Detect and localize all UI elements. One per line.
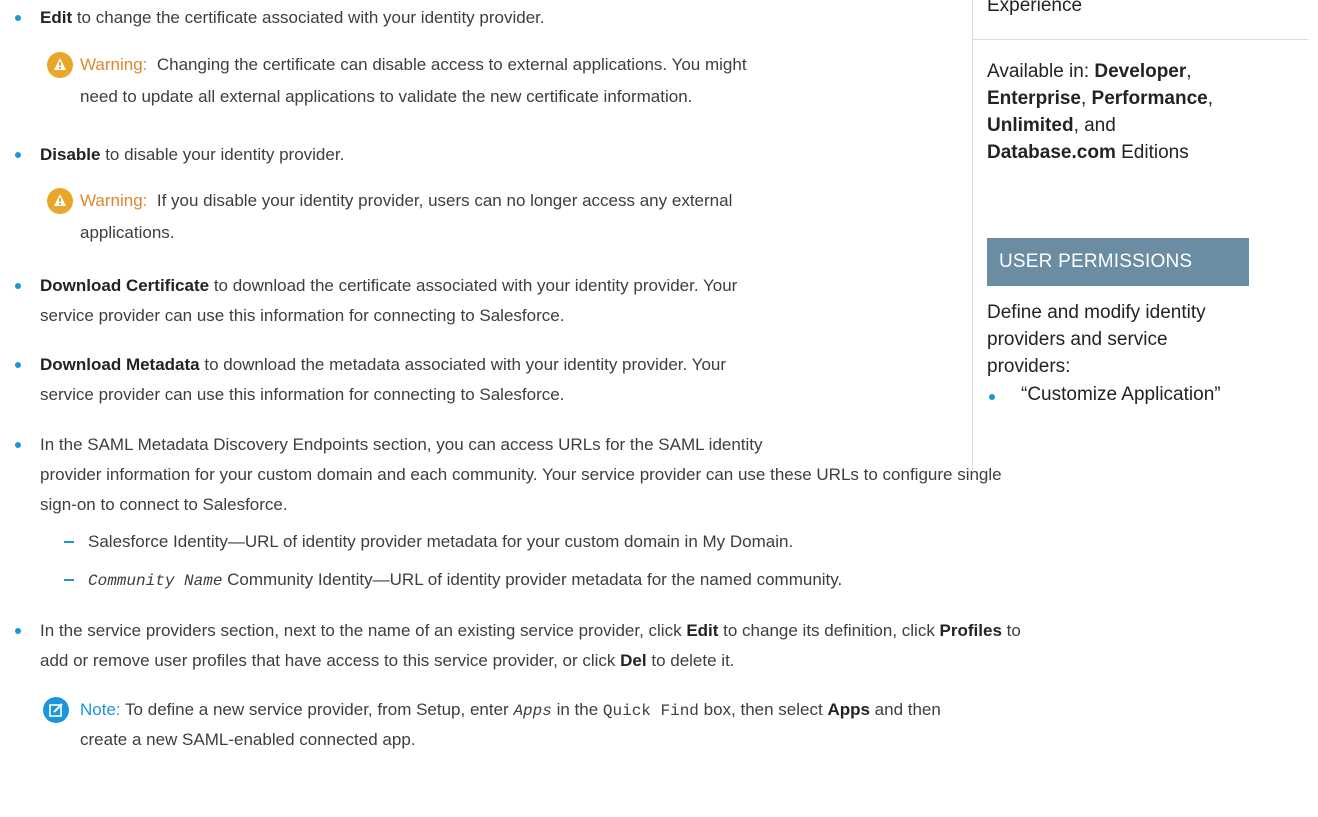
warning-icon bbox=[47, 188, 73, 214]
disable-item: Disable to disable your identity provide… bbox=[40, 145, 345, 164]
bullet bbox=[15, 15, 21, 21]
divider bbox=[973, 39, 1308, 40]
editions-availability: Available in: Developer, Enterprise, Per… bbox=[987, 61, 1213, 163]
edit-item: Edit to change the certificate associate… bbox=[40, 8, 545, 27]
download-metadata-line2: service provider can use this informatio… bbox=[40, 385, 565, 404]
service-providers-line2: add or remove user profiles that have ac… bbox=[40, 651, 735, 670]
warning-icon bbox=[47, 52, 73, 78]
warning-2-line2: applications. bbox=[80, 223, 175, 242]
service-providers-item: In the service providers section, next t… bbox=[40, 621, 1021, 640]
bullet bbox=[15, 628, 21, 634]
warning-1-line2: need to update all external applications… bbox=[80, 87, 693, 106]
bullet bbox=[989, 394, 995, 400]
permission-description: Define and modify identity providers and… bbox=[987, 302, 1206, 377]
user-permissions-header: USER PERMISSIONS bbox=[987, 238, 1249, 286]
bullet bbox=[15, 152, 21, 158]
warning-1: Warning: Changing the certificate can di… bbox=[80, 55, 747, 74]
saml-sub-community-identity: Community Name Community Identity—URL of… bbox=[88, 570, 843, 590]
saml-line3: sign-on to connect to Salesforce. bbox=[40, 495, 288, 514]
dash-bullet bbox=[64, 579, 74, 581]
bullet bbox=[15, 442, 21, 448]
download-certificate-item: Download Certificate to download the cer… bbox=[40, 276, 738, 295]
dash-bullet bbox=[64, 541, 74, 543]
permission-customize-application: “Customize Application” bbox=[1021, 384, 1221, 405]
saml-item: In the SAML Metadata Discovery Endpoints… bbox=[40, 435, 763, 454]
bullet bbox=[15, 362, 21, 368]
editions-sidebar: Experience Available in: Developer, Ente… bbox=[972, 0, 1318, 470]
bullet bbox=[15, 283, 21, 289]
saml-sub-salesforce-identity: Salesforce Identity—URL of identity prov… bbox=[88, 532, 794, 551]
note: Note: To define a new service provider, … bbox=[80, 700, 941, 720]
download-metadata-item: Download Metadata to download the metada… bbox=[40, 355, 727, 374]
note-icon bbox=[43, 697, 69, 723]
saml-line2: provider information for your custom dom… bbox=[40, 465, 1002, 484]
note-line2: create a new SAML-enabled connected app. bbox=[80, 730, 416, 749]
warning-2: Warning: If you disable your identity pr… bbox=[80, 191, 733, 210]
download-certificate-line2: service provider can use this informatio… bbox=[40, 306, 565, 325]
experience-label: Experience bbox=[987, 0, 1083, 16]
